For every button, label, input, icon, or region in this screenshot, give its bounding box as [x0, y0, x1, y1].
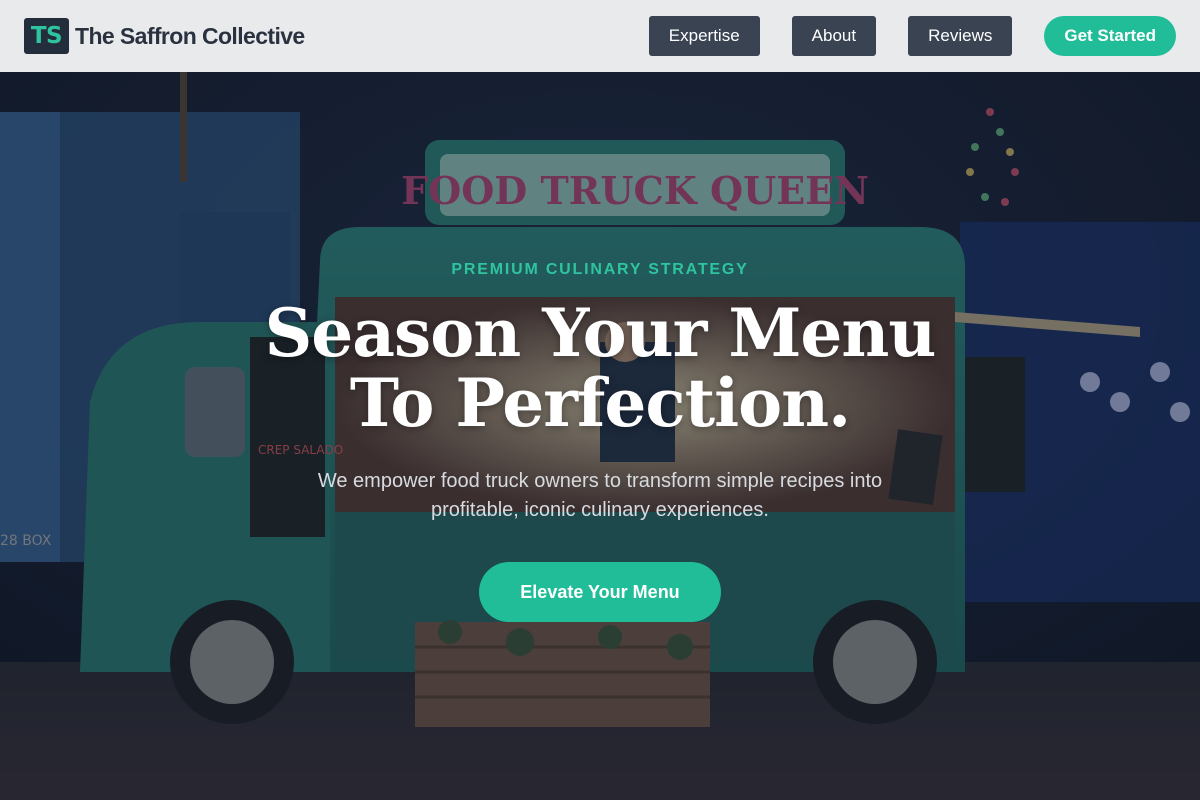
nav-about-button[interactable]: About [791, 16, 877, 56]
hero-content: PREMIUM CULINARY STRATEGY Season Your Me… [0, 72, 1200, 800]
logo-icon: TS [24, 18, 69, 54]
hero-section: 28 BOX FOOD TRUCK QUEEN CREP SALADO PREM… [0, 72, 1200, 800]
main-nav: Expertise About Reviews Get Started [648, 16, 1176, 56]
elevate-menu-button[interactable]: Elevate Your Menu [479, 562, 721, 622]
hero-headline-line-1: Season Your Menu [264, 294, 937, 372]
hero-eyebrow: PREMIUM CULINARY STRATEGY [451, 261, 749, 278]
hero-headline: Season Your Menu To Perfection. [0, 298, 1200, 438]
hero-subtext: We empower food truck owners to transfor… [317, 470, 883, 521]
nav-expertise-button[interactable]: Expertise [648, 16, 760, 56]
get-started-button[interactable]: Get Started [1044, 16, 1176, 56]
nav-reviews-button[interactable]: Reviews [908, 16, 1013, 56]
site-header: TS The Saffron Collective Expertise Abou… [0, 0, 1200, 72]
brand-name: The Saffron Collective [75, 22, 305, 49]
hero-headline-line-2: To Perfection. [349, 364, 851, 442]
brand[interactable]: TS The Saffron Collective [24, 18, 305, 54]
